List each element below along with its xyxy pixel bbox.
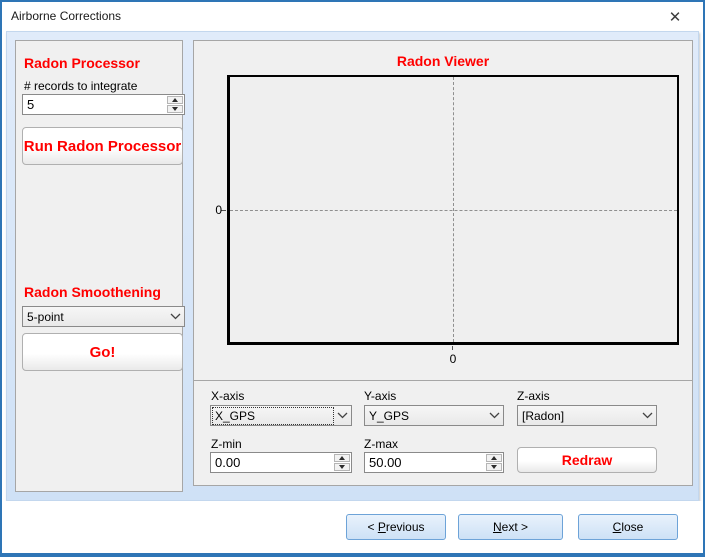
smoothening-select[interactable]: 5-point [22, 306, 185, 327]
window-title: Airborne Corrections [11, 9, 121, 23]
radon-plot-area[interactable] [227, 75, 679, 345]
viewer-controls-panel: X-axis Y-axis Z-axis X_GPS Y_GPS [Radon] [193, 380, 693, 486]
y-axis-label: Y-axis [364, 389, 396, 403]
spin-up-button[interactable] [167, 96, 183, 104]
radon-viewer-panel: Radon Viewer 0 0 [193, 40, 693, 382]
run-radon-processor-button[interactable]: Run Radon Processor [22, 127, 183, 165]
go-button-label: Go! [90, 344, 116, 361]
records-value[interactable]: 5 [23, 95, 167, 114]
airborne-corrections-dialog: Airborne Corrections ✕ Radon Processor #… [0, 0, 705, 557]
z-max-input[interactable]: 50.00 [364, 452, 504, 473]
chevron-down-icon [333, 412, 351, 419]
z-min-input[interactable]: 0.00 [210, 452, 352, 473]
z-min-spinner [334, 453, 351, 472]
run-radon-processor-label: Run Radon Processor [24, 138, 182, 155]
chevron-down-icon [485, 412, 503, 419]
z-max-label: Z-max [364, 437, 398, 451]
redraw-button[interactable]: Redraw [517, 447, 657, 473]
radon-processor-heading: Radon Processor [24, 55, 140, 71]
titlebar: Airborne Corrections ✕ [2, 2, 703, 31]
spin-down-button[interactable] [486, 463, 502, 471]
z-max-value[interactable]: 50.00 [365, 453, 486, 472]
spin-down-button[interactable] [167, 105, 183, 113]
x-axis-tick [452, 346, 453, 350]
arrow-down-icon [339, 465, 345, 469]
records-spinner [167, 95, 184, 114]
previous-button[interactable]: < Previous [346, 514, 446, 540]
go-button[interactable]: Go! [22, 333, 183, 371]
arrow-up-icon [172, 98, 178, 102]
spin-up-button[interactable] [486, 454, 502, 462]
y-axis-selected-value: Y_GPS [367, 408, 485, 424]
next-button[interactable]: Next > [458, 514, 563, 540]
arrow-down-icon [172, 107, 178, 111]
next-button-label: Next > [493, 520, 528, 534]
records-to-integrate-input[interactable]: 5 [22, 94, 185, 115]
dialog-footer: < Previous Next > Close [2, 501, 703, 553]
close-window-button[interactable]: ✕ [655, 2, 695, 31]
x-axis-selected-value: X_GPS [213, 408, 333, 424]
arrow-up-icon [339, 456, 345, 460]
previous-button-label: < Previous [367, 520, 424, 534]
spin-up-button[interactable] [334, 454, 350, 462]
redraw-button-label: Redraw [562, 452, 613, 468]
close-button-label: Close [613, 520, 644, 534]
chevron-down-icon [166, 313, 184, 320]
z-axis-select[interactable]: [Radon] [517, 405, 657, 426]
y-axis-zero-label: 0 [202, 203, 222, 217]
z-min-value[interactable]: 0.00 [211, 453, 334, 472]
close-icon: ✕ [669, 8, 682, 26]
records-to-integrate-label: # records to integrate [24, 79, 137, 93]
z-axis-selected-value: [Radon] [520, 408, 638, 424]
close-button[interactable]: Close [578, 514, 678, 540]
smoothening-selected-value: 5-point [25, 309, 166, 325]
y-axis-select[interactable]: Y_GPS [364, 405, 504, 426]
zero-vertical-gridline [453, 77, 454, 342]
x-axis-select[interactable]: X_GPS [210, 405, 352, 426]
z-max-spinner [486, 453, 503, 472]
radon-processor-panel: Radon Processor # records to integrate 5… [15, 40, 183, 492]
radon-smoothening-heading: Radon Smoothening [24, 284, 161, 300]
z-min-label: Z-min [211, 437, 242, 451]
arrow-up-icon [491, 456, 497, 460]
z-axis-label: Z-axis [517, 389, 550, 403]
x-axis-zero-label: 0 [446, 352, 460, 366]
dialog-content-container: Radon Processor # records to integrate 5… [6, 31, 699, 501]
spin-down-button[interactable] [334, 463, 350, 471]
chevron-down-icon [638, 412, 656, 419]
x-axis-label: X-axis [211, 389, 244, 403]
arrow-down-icon [491, 465, 497, 469]
radon-viewer-title: Radon Viewer [194, 53, 692, 69]
